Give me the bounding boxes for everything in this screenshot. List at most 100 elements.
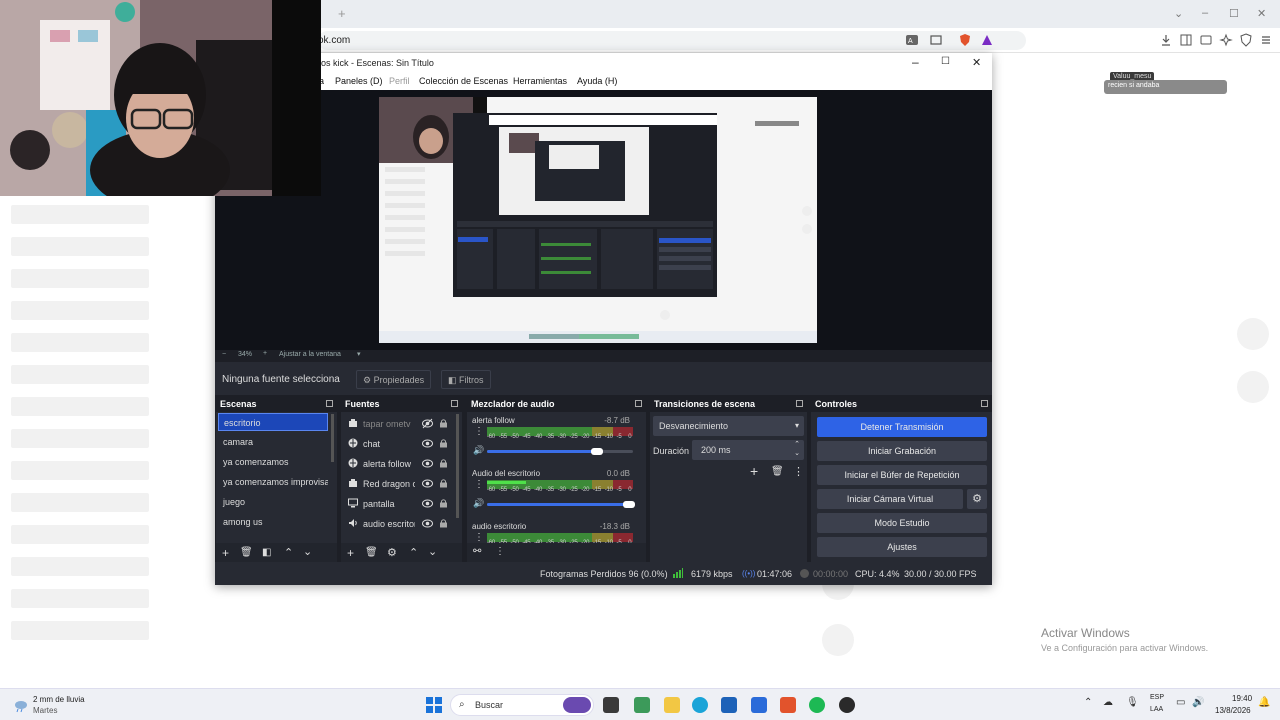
undock-icon[interactable] <box>326 400 333 407</box>
vpn-icon[interactable] <box>1239 33 1253 47</box>
close-window-button[interactable]: ✕ <box>1257 7 1266 20</box>
volume-slider[interactable] <box>487 448 633 455</box>
move-down-button[interactable]: ⌄ <box>303 545 312 558</box>
eye-icon[interactable] <box>422 458 433 469</box>
more-options-icon[interactable]: ⋮ <box>793 465 804 478</box>
channel-menu-icon[interactable]: ⋮ <box>474 426 484 437</box>
address-bar[interactable]: ok.com <box>318 31 1026 50</box>
properties-button[interactable]: ⚙ Propiedades <box>356 370 432 389</box>
taskbar-search-box[interactable]: ⌕ Buscar <box>450 694 594 716</box>
scrollbar[interactable] <box>331 414 334 462</box>
language-code[interactable]: ESP <box>1150 694 1164 701</box>
menu-item-profile[interactable]: Perfil <box>389 76 410 86</box>
zoom-out-button[interactable]: − <box>222 351 226 358</box>
wifi-icon[interactable]: ▭ <box>1176 697 1185 708</box>
source-item[interactable]: alerta follow <box>345 454 449 472</box>
obs-taskbar-icon[interactable] <box>839 697 855 713</box>
tray-mic-icon[interactable]: 🎙 <box>1126 697 1139 708</box>
eye-icon[interactable] <box>422 498 433 509</box>
gear-icon[interactable]: ⚙ <box>387 546 397 559</box>
file-explorer-icon[interactable] <box>664 697 680 713</box>
lock-icon[interactable] <box>439 438 448 448</box>
speaker-icon[interactable]: 🔊 <box>473 498 484 509</box>
weather-icon[interactable] <box>12 697 28 713</box>
source-item[interactable]: chat <box>345 434 449 452</box>
channel-menu-icon[interactable]: ⋮ <box>474 479 484 490</box>
task-view-icon[interactable] <box>603 697 619 713</box>
spin-down-icon[interactable]: ⌄ <box>794 449 800 457</box>
eye-icon[interactable] <box>422 478 433 489</box>
volume-icon[interactable]: 🔊 <box>1192 697 1204 708</box>
windows-start-icon[interactable] <box>426 697 442 713</box>
scrollbar[interactable] <box>456 414 459 518</box>
menu-item-docks[interactable]: Paneles (D) <box>335 76 383 86</box>
tray-chevron-icon[interactable]: ⌃ <box>1084 697 1092 708</box>
brave-icon[interactable] <box>780 697 796 713</box>
trash-icon[interactable]: 🗑 <box>771 466 784 477</box>
spin-up-icon[interactable]: ⌃ <box>794 440 800 448</box>
brave-shield-icon[interactable] <box>958 33 972 47</box>
leo-ai-icon[interactable] <box>1219 33 1233 47</box>
eye-icon[interactable] <box>422 438 433 449</box>
scene-item[interactable]: escritorio <box>218 413 328 431</box>
zoom-fit-select[interactable]: Ajustar a la ventana <box>279 351 341 358</box>
move-up-button[interactable]: ⌃ <box>284 546 293 559</box>
tray-network-icon[interactable]: ☁ <box>1103 697 1113 708</box>
scene-item[interactable]: ya comenzamos <box>218 453 328 471</box>
source-item[interactable]: Red dragon c <box>345 474 449 492</box>
volume-slider[interactable] <box>487 501 635 508</box>
download-icon[interactable] <box>1159 33 1173 47</box>
source-item[interactable]: audio escritor <box>345 514 449 532</box>
keyboard-layout[interactable]: LAA <box>1150 706 1163 713</box>
add-scene-button[interactable]: + <box>222 546 229 560</box>
clock-time[interactable]: 19:40 <box>1232 694 1252 703</box>
menu-item-tools[interactable]: Herramientas <box>513 76 567 86</box>
filters-button[interactable]: ◧ Filtros <box>441 370 491 389</box>
trash-icon[interactable]: 🗑 <box>365 547 378 558</box>
settings-button[interactable]: Ajustes <box>817 537 987 557</box>
store-icon[interactable] <box>721 697 737 713</box>
notification-icon[interactable]: 🔔 <box>1258 697 1270 708</box>
volume-slider-knob[interactable] <box>623 501 635 508</box>
trash-icon[interactable]: 🗑 <box>240 547 253 558</box>
undock-icon[interactable] <box>635 400 642 407</box>
outlook-icon[interactable] <box>751 697 767 713</box>
duration-input[interactable]: 200 ms ⌃ ⌄ <box>692 440 804 460</box>
sidebar-icon[interactable] <box>1179 33 1193 47</box>
add-source-button[interactable]: + <box>347 546 354 560</box>
weather-text[interactable]: 2 mm de lluvia <box>33 695 85 704</box>
add-transition-button[interactable]: + <box>750 463 758 479</box>
menu-icon[interactable] <box>1259 33 1273 47</box>
lock-icon[interactable] <box>439 418 448 428</box>
stop-streaming-button[interactable]: Detener Transmisión <box>817 417 987 437</box>
source-item[interactable]: tapar ometv <box>345 414 449 432</box>
scene-item[interactable]: among us <box>218 513 328 531</box>
brave-rewards-icon[interactable] <box>980 33 994 47</box>
lock-icon[interactable] <box>439 458 448 468</box>
tab-search-button[interactable]: ⌄ <box>1174 7 1183 20</box>
edge-icon[interactable] <box>692 697 708 713</box>
menu-item-help[interactable]: Ayuda (H) <box>577 76 617 86</box>
lock-icon[interactable] <box>439 478 448 488</box>
obs-minimize-button[interactable]: – <box>912 55 919 69</box>
translate-icon[interactable]: A <box>905 33 919 47</box>
chevron-down-icon[interactable]: ▾ <box>357 350 361 358</box>
start-replay-buffer-button[interactable]: Iniciar el Búfer de Repetición <box>817 465 987 485</box>
source-item[interactable]: pantalla <box>345 494 449 512</box>
maximize-button[interactable]: ☐ <box>1229 7 1239 20</box>
cast-icon[interactable] <box>929 33 943 47</box>
start-recording-button[interactable]: Iniciar Grabación <box>817 441 987 461</box>
eye-hidden-icon[interactable] <box>422 418 433 429</box>
start-virtual-camera-button[interactable]: Iniciar Cámara Virtual <box>817 489 963 509</box>
volume-slider-knob[interactable] <box>590 448 603 455</box>
lock-icon[interactable] <box>439 518 448 528</box>
wallet-icon[interactable] <box>1199 33 1213 47</box>
obs-maximize-button[interactable]: ☐ <box>941 56 950 67</box>
scene-item[interactable]: juego <box>218 493 328 511</box>
eye-icon[interactable] <box>422 518 433 529</box>
lock-icon[interactable] <box>439 498 448 508</box>
obs-close-button[interactable]: ✕ <box>972 56 981 69</box>
new-tab-button[interactable]: + <box>338 6 346 21</box>
undock-icon[interactable] <box>451 400 458 407</box>
move-up-button[interactable]: ⌃ <box>409 546 418 559</box>
